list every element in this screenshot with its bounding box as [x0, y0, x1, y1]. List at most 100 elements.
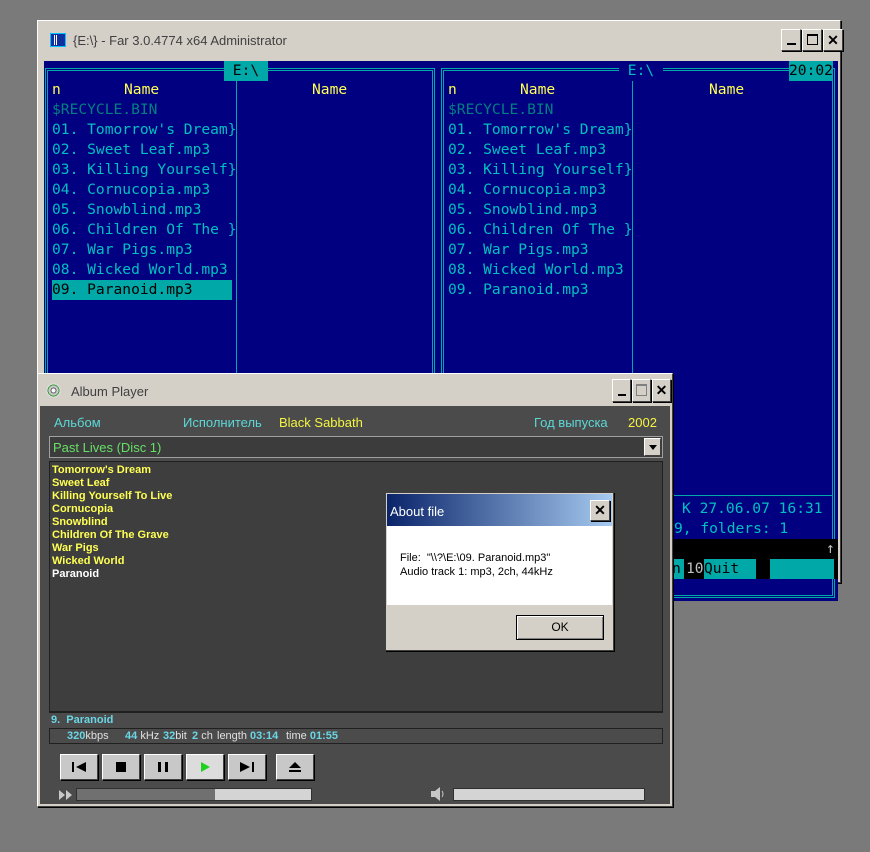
left-recycle-bin[interactable]: $RECYCLE.BIN: [52, 100, 157, 120]
fkey-9-label[interactable]: n: [672, 559, 684, 579]
left-file-2[interactable]: 02. Sweet Leaf.mp3: [52, 140, 210, 160]
player-minimize-button[interactable]: [612, 379, 631, 402]
right-panel-path[interactable]: E:\: [619, 61, 663, 81]
play-icon: [201, 762, 210, 772]
minimize-icon: [787, 43, 796, 45]
right-file-7[interactable]: 07. War Pigs.mp3: [448, 240, 589, 260]
player-close-button[interactable]: ✕: [652, 379, 671, 402]
right-file-4[interactable]: 04. Cornucopia.mp3: [448, 180, 606, 200]
right-file-5[interactable]: 05. Snowblind.mp3: [448, 200, 597, 220]
close-icon: ✕: [655, 382, 668, 398]
right-file-1[interactable]: 01. Tomorrow's Dream}: [448, 120, 633, 140]
length-label: length: [217, 730, 247, 742]
left-file-7[interactable]: 07. War Pigs.mp3: [52, 240, 193, 260]
scroll-up-arrow[interactable]: ↑: [826, 539, 835, 559]
length-value: 03:14: [250, 730, 279, 742]
dialog-file-line: File: "\\?\E:\09. Paranoid.mp3": [400, 552, 551, 564]
eject-button[interactable]: [276, 754, 314, 780]
minimize-icon: [618, 394, 626, 396]
right-recycle-bin[interactable]: $RECYCLE.BIN: [448, 100, 553, 120]
bits-value: 32: [163, 730, 176, 742]
cd-icon: [46, 383, 61, 398]
track-item[interactable]: Sweet Leaf: [52, 477, 662, 490]
channels-value: 2: [192, 730, 199, 742]
left-file-3[interactable]: 03. Killing Yourself}: [52, 160, 237, 180]
left-file-6[interactable]: 06. Children Of The }: [52, 220, 237, 240]
maximize-button[interactable]: [802, 29, 822, 51]
right-file-6[interactable]: 06. Children Of The }: [448, 220, 633, 240]
next-button[interactable]: [228, 754, 266, 780]
now-playing-title: 9. Paranoid: [51, 714, 114, 726]
close-button[interactable]: ✕: [823, 29, 843, 51]
disc-select[interactable]: Past Lives (Disc 1): [49, 436, 663, 458]
left-col-name: Name: [124, 81, 160, 98]
seek-bar-fill: [77, 789, 216, 800]
left-panel-path[interactable]: E:\: [224, 61, 268, 81]
frequency-value: 44: [125, 730, 138, 742]
time-label: time: [286, 730, 307, 742]
player-title: Album Player: [71, 384, 149, 399]
dialog-audio-line: Audio track 1: mp3, 2ch, 44kHz: [400, 566, 553, 578]
chevron-down-icon[interactable]: [644, 438, 661, 456]
stop-icon: [116, 762, 126, 772]
artist-value: Black Sabbath: [279, 415, 363, 430]
dialog-title: About file: [390, 504, 445, 519]
skip-back-icon: [72, 762, 86, 772]
left-col-name-2: Name: [312, 81, 348, 98]
dialog-titlebar[interactable]: About file ✕: [387, 494, 612, 526]
speaker-icon[interactable]: [430, 787, 446, 806]
about-file-dialog: About file ✕ File: "\\?\E:\09. Paranoid.…: [385, 492, 614, 651]
time-value: 01:55: [309, 730, 338, 742]
far-titlebar[interactable]: {E:\} - Far 3.0.4774 x64 Administrator ✕: [38, 21, 843, 61]
minimize-button[interactable]: [781, 29, 801, 51]
skip-forward-icon: [240, 762, 254, 772]
ok-button[interactable]: OK: [516, 615, 604, 640]
left-file-8[interactable]: 08. Wicked World.mp3: [52, 260, 228, 280]
right-file-8[interactable]: 08. Wicked World.mp3: [448, 260, 624, 280]
volume-bar[interactable]: [453, 788, 645, 801]
right-file-2[interactable]: 02. Sweet Leaf.mp3: [448, 140, 606, 160]
dialog-content: File: "\\?\E:\09. Paranoid.mp3" Audio tr…: [387, 526, 612, 605]
left-file-9-selected[interactable]: 09. Paranoid.mp3: [52, 280, 232, 300]
transport-controls: [60, 754, 360, 782]
seek-bar[interactable]: [76, 788, 312, 801]
far-window-title: {E:\} - Far 3.0.4774 x64 Administrator: [73, 33, 287, 48]
right-file-3[interactable]: 03. Killing Yourself}: [448, 160, 633, 180]
file-info-date: K 27.06.07 16:31: [682, 500, 823, 517]
frequency-unit: kHz: [140, 730, 160, 742]
pause-button[interactable]: [144, 754, 182, 780]
fkey-10-number: 10: [686, 560, 704, 577]
maximize-icon: [636, 384, 647, 396]
disc-select-value: Past Lives (Disc 1): [53, 440, 162, 455]
ok-button-label: OK: [551, 620, 569, 634]
stop-button[interactable]: [102, 754, 140, 780]
year-value: 2002: [628, 415, 657, 430]
fast-forward-icon[interactable]: [58, 788, 74, 806]
channels-unit: ch: [201, 730, 213, 742]
play-button[interactable]: [186, 754, 224, 780]
right-col-name-2: Name: [709, 81, 745, 98]
now-playing-bar: 9. Paranoid: [49, 712, 663, 728]
stats-row: 320kbps 44 kHz 32bit 2 ch length 03:14 t…: [49, 728, 663, 744]
left-col-n: n: [52, 81, 61, 98]
bitrate-value: 320: [67, 730, 86, 742]
maximize-icon: [807, 34, 818, 45]
player-titlebar[interactable]: Album Player ✕: [38, 374, 672, 406]
fkey-10-quit[interactable]: Quit: [704, 559, 756, 579]
track-item[interactable]: Tomorrow's Dream: [52, 464, 662, 477]
close-icon: ✕: [594, 502, 606, 518]
right-file-9[interactable]: 09. Paranoid.mp3: [448, 280, 589, 300]
bitrate-unit: kbps: [85, 730, 109, 742]
previous-button[interactable]: [60, 754, 98, 780]
left-file-1[interactable]: 01. Tomorrow's Dream}: [52, 120, 237, 140]
eject-icon: [289, 762, 301, 772]
file-info-summary: 9, folders: 1: [674, 520, 789, 537]
player-maximize-button[interactable]: [632, 379, 651, 402]
pause-icon: [158, 762, 168, 772]
dialog-close-button[interactable]: ✕: [590, 500, 610, 521]
left-file-5[interactable]: 05. Snowblind.mp3: [52, 200, 201, 220]
right-col-name: Name: [520, 81, 556, 98]
right-col-n: n: [448, 81, 457, 98]
bits-unit: bit: [175, 730, 187, 742]
left-file-4[interactable]: 04. Cornucopia.mp3: [52, 180, 210, 200]
